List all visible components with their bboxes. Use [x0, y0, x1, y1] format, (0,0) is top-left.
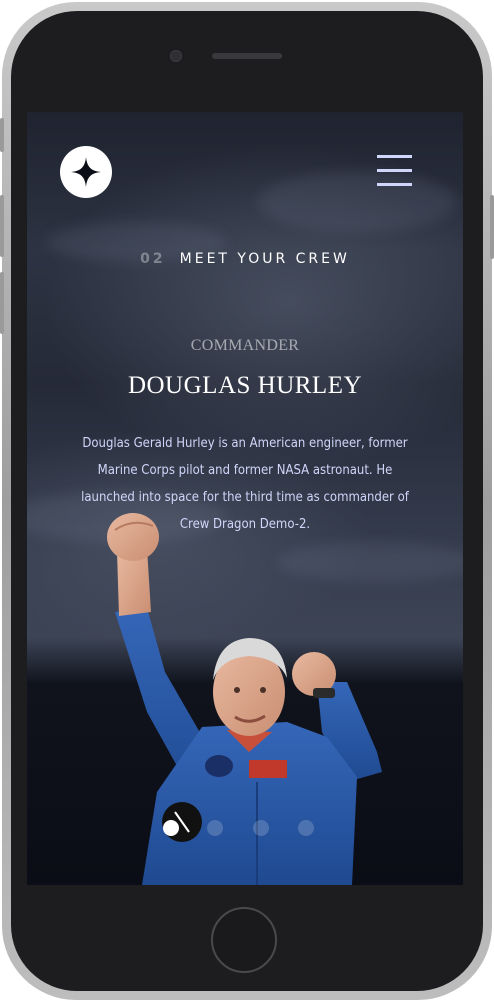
menu-bar: [377, 183, 412, 186]
crew-dot-2[interactable]: [207, 820, 223, 836]
hamburger-menu-icon[interactable]: [377, 155, 412, 187]
crew-dot-1[interactable]: [163, 820, 179, 836]
crew-dot-4[interactable]: [298, 820, 314, 836]
crew-role: COMMANDER: [190, 337, 300, 354]
menu-bar: [377, 169, 412, 172]
power-button: [490, 195, 494, 259]
crew-dot-3[interactable]: [253, 820, 269, 836]
silent-switch: [0, 118, 4, 152]
home-button[interactable]: [211, 907, 277, 973]
volume-down-button: [0, 272, 4, 334]
star-logo-icon: [71, 157, 101, 187]
menu-bar: [377, 155, 412, 158]
app-screen: 02 MEET YOUR CREW COMMANDER DOUGLAS HURLE…: [27, 112, 463, 885]
section-heading: 02 MEET YOUR CREW: [27, 251, 463, 267]
section-number: 02: [140, 251, 166, 267]
volume-up-button: [0, 195, 4, 257]
background-cloud: [257, 172, 457, 232]
earpiece-speaker: [212, 53, 282, 59]
front-camera: [170, 50, 182, 62]
crew-name: DOUGLAS HURLEY: [127, 372, 363, 399]
logo[interactable]: [60, 146, 112, 198]
section-title: MEET YOUR CREW: [179, 251, 350, 267]
crew-member-image: [107, 513, 382, 885]
